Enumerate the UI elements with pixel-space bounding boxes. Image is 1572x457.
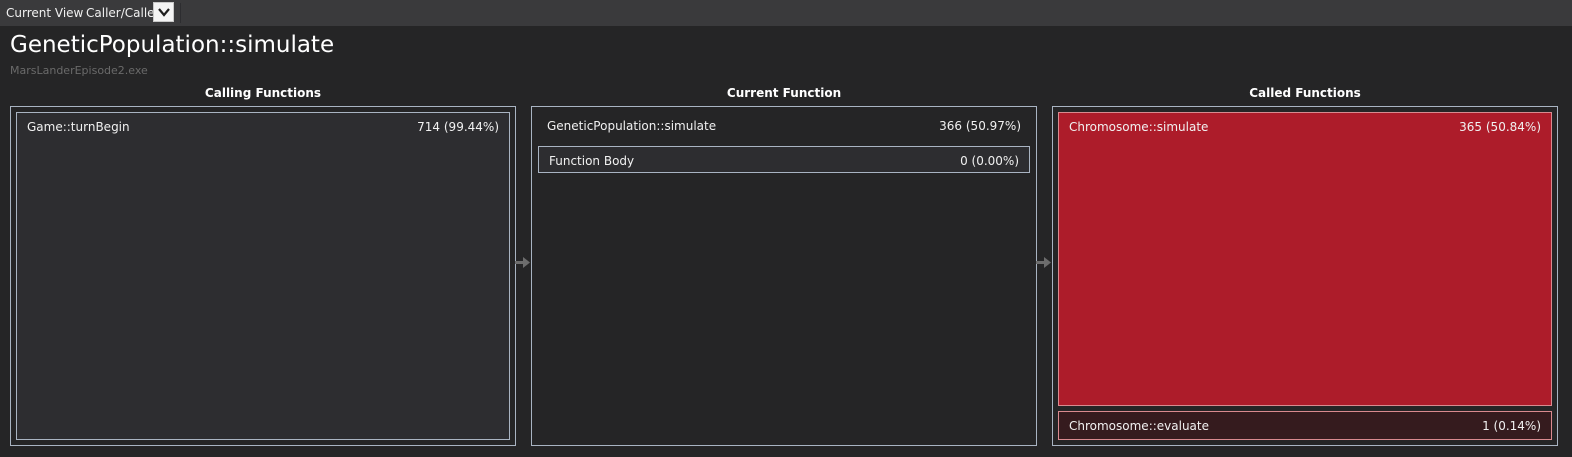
callee-item-name: Chromosome::evaluate — [1069, 419, 1209, 433]
callee-item-value: 365 (50.84%) — [1459, 120, 1541, 134]
current-view-dropdown[interactable]: Caller/Callee — [83, 2, 180, 23]
current-function-value: 366 (50.97%) — [939, 119, 1021, 133]
caller-item-name: Game::turnBegin — [27, 120, 130, 134]
calling-functions-header: Calling Functions — [204, 86, 322, 100]
caller-item-game-turnbegin[interactable]: Game::turnBegin 714 (99.44%) — [16, 112, 510, 440]
called-functions-header: Called Functions — [1249, 86, 1361, 100]
function-body-item[interactable]: Function Body 0 (0.00%) — [538, 146, 1030, 173]
page-title: GeneticPopulation::simulate — [10, 32, 335, 58]
current-view-value: Caller/Callee — [86, 6, 162, 20]
caller-item-value: 714 (99.44%) — [417, 120, 499, 134]
toolbar-separator — [180, 3, 181, 23]
calling-functions-panel: Game::turnBegin 714 (99.44%) — [10, 106, 516, 446]
function-body-value: 0 (0.00%) — [960, 154, 1019, 168]
chevron-down-icon[interactable] — [153, 2, 174, 22]
module-name: MarsLanderEpisode2.exe — [10, 64, 148, 77]
current-view-label: Current View: — [6, 6, 87, 20]
callee-item-value: 1 (0.14%) — [1482, 419, 1541, 433]
current-function-header: Current Function — [726, 86, 842, 100]
callee-item-chromosome-simulate[interactable]: Chromosome::simulate 365 (50.84%) — [1058, 112, 1552, 406]
current-function-name: GeneticPopulation::simulate — [547, 119, 717, 133]
toolbar: Current View: Caller/Callee — [0, 0, 1572, 26]
callee-item-name: Chromosome::simulate — [1069, 120, 1209, 134]
called-functions-panel: Chromosome::simulate 365 (50.84%) Chromo… — [1052, 106, 1558, 446]
arrow-right-icon — [1036, 257, 1051, 268]
current-function-panel[interactable]: GeneticPopulation::simulate 366 (50.97%)… — [531, 106, 1037, 446]
function-body-name: Function Body — [549, 154, 635, 168]
callee-item-chromosome-evaluate[interactable]: Chromosome::evaluate 1 (0.14%) — [1058, 411, 1552, 440]
arrow-right-icon — [515, 257, 530, 268]
